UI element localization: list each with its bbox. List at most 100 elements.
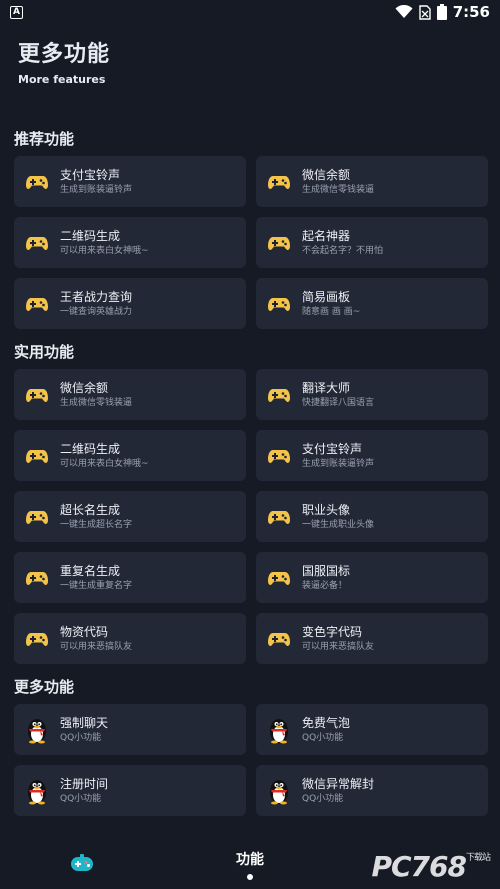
feature-card-text: 简易画板 随意画 画 画~ bbox=[302, 289, 360, 319]
nav-tab-features-label: 功能 bbox=[236, 852, 264, 868]
feature-description: 可以用来恶搞队友 bbox=[302, 641, 375, 652]
feature-card-text: 职业头像 一键生成职业头像 bbox=[302, 502, 374, 532]
gamepad-icon bbox=[24, 382, 50, 408]
wifi-icon bbox=[395, 5, 413, 18]
gamepad-icon bbox=[266, 169, 292, 195]
feature-card[interactable]: 微信余额 生成微信零钱装逼 bbox=[256, 156, 488, 207]
page-subtitle: More features bbox=[18, 73, 106, 86]
feature-card-text: 超长名生成 一键生成超长名字 bbox=[60, 502, 132, 532]
gamepad-icon bbox=[24, 169, 50, 195]
feature-card-text: 免费气泡 QQ小功能 bbox=[302, 715, 350, 745]
feature-name: 支付宝铃声 bbox=[60, 167, 121, 182]
section-title: 实用功能 bbox=[14, 342, 75, 361]
feature-name: 王者战力查询 bbox=[60, 289, 133, 304]
gamepad-icon bbox=[266, 382, 292, 408]
feature-description: 一键生成重复名字 bbox=[60, 580, 133, 591]
page-title: 更多功能 bbox=[18, 42, 111, 67]
feature-card[interactable]: 微信余额生成微信零钱装逼 bbox=[14, 369, 246, 420]
qq-penguin-icon bbox=[266, 778, 292, 804]
feature-description: 一键生成超长名字 bbox=[60, 519, 133, 530]
gamepad-icon bbox=[24, 565, 50, 591]
feature-card-text: 物资代码 可以用来恶搞队友 bbox=[60, 624, 132, 654]
feature-card[interactable]: 注册时间 QQ小功能 bbox=[14, 765, 246, 816]
no-sim-icon bbox=[418, 4, 431, 20]
feature-card[interactable]: 翻译大师快捷翻译八国语言 bbox=[256, 369, 488, 420]
feature-card-text: 支付宝铃声生成到账装逼铃声 bbox=[60, 167, 132, 197]
feature-description: 一键查询英雄战力 bbox=[60, 306, 133, 317]
feature-description: 装逼必备！ bbox=[302, 580, 348, 591]
feature-card-text: 微信余额生成微信零钱装逼 bbox=[60, 380, 132, 410]
feature-grid: 微信余额生成微信零钱装逼 翻译大师快捷翻译八国语言 二维码生成 可以用来表白女神哦… bbox=[0, 369, 500, 664]
feature-card[interactable]: 重复名生成 一键生成重复名字 bbox=[14, 552, 246, 603]
feature-card[interactable]: 微信异常解封 QQ小功能 bbox=[256, 765, 488, 816]
feature-card[interactable]: 二维码生成 可以用来表白女神哦~ bbox=[14, 430, 246, 481]
feature-description: 不会起名字？不用怕 bbox=[302, 245, 384, 256]
watermark-logo: PC768下载站 bbox=[371, 850, 491, 883]
feature-description: 快捷翻译八国语言 bbox=[302, 397, 375, 408]
qq-penguin-icon bbox=[266, 717, 292, 743]
gamepad-icon bbox=[24, 504, 50, 530]
feature-grid: 强制聊天 QQ小功能 免费气泡 QQ小功能 注册时间 QQ小功能 微信异常解封 QQ小功… bbox=[0, 704, 500, 816]
feature-name: 免费气泡 bbox=[302, 715, 351, 730]
battery-icon bbox=[436, 4, 447, 20]
feature-card[interactable]: 支付宝铃声生成到账装逼铃声 bbox=[256, 430, 488, 481]
feature-card-text: 二维码生成 可以用来表白女神哦~ bbox=[60, 441, 149, 471]
feature-name: 微信异常解封 bbox=[302, 776, 375, 791]
active-indicator-dot bbox=[247, 874, 253, 880]
feature-card[interactable]: 超长名生成 一键生成超长名字 bbox=[14, 491, 246, 542]
feature-card[interactable]: 支付宝铃声生成到账装逼铃声 bbox=[14, 156, 246, 207]
feature-description: 生成到账装逼铃声 bbox=[302, 458, 375, 469]
feature-name: 翻译大师 bbox=[302, 380, 351, 395]
feature-card[interactable]: 起名神器 不会起名字？不用怕 bbox=[256, 217, 488, 268]
feature-card-text: 王者战力查询一键查询英雄战力 bbox=[60, 289, 132, 319]
feature-card[interactable]: 职业头像 一键生成职业头像 bbox=[256, 491, 488, 542]
feature-description: QQ小功能 bbox=[60, 732, 102, 743]
feature-card[interactable]: 免费气泡 QQ小功能 bbox=[256, 704, 488, 755]
status-bar: A 7:56 bbox=[0, 0, 500, 24]
feature-sections: 推荐功能 支付宝铃声 生成到账装逼铃声 微信余额 生成微信零钱装逼 二维码生成 可以用… bbox=[0, 124, 500, 816]
gamepad-icon bbox=[266, 565, 292, 591]
feature-card-text: 支付宝铃声生成到账装逼铃声 bbox=[302, 441, 374, 471]
feature-grid: 支付宝铃声生成到账装逼铃声 微信余额 生成微信零钱装逼 二维码生成可以用来表白女神… bbox=[0, 156, 500, 329]
feature-name: 注册时间 bbox=[60, 776, 109, 791]
feature-card-text: 微信异常解封 QQ小功能 bbox=[302, 776, 374, 806]
feature-name: 微信余额 bbox=[60, 380, 109, 395]
gamepad-icon bbox=[266, 230, 292, 256]
feature-name: 强制聊天 bbox=[60, 715, 109, 730]
feature-description: QQ小功能 bbox=[60, 793, 102, 804]
feature-card[interactable]: 国服国标装逼必备！ bbox=[256, 552, 488, 603]
feature-description: 生成到账装逼铃声 bbox=[60, 184, 133, 195]
feature-card-text: 变色字代码 可以用来恶搞队友 bbox=[302, 624, 374, 654]
section-title: 推荐功能 bbox=[14, 129, 75, 148]
feature-card-text: 注册时间 QQ小功能 bbox=[60, 776, 108, 806]
feature-name: 国服国标 bbox=[302, 563, 351, 578]
gamepad-icon bbox=[266, 443, 292, 469]
page-header: 更多功能 More features bbox=[0, 24, 500, 124]
section-title: 更多功能 bbox=[14, 677, 75, 696]
gamepad-icon bbox=[266, 504, 292, 530]
feature-description: QQ小功能 bbox=[302, 732, 344, 743]
feature-card-text: 二维码生成可以用来表白女神哦~ bbox=[60, 228, 149, 258]
feature-description: 一键生成职业头像 bbox=[302, 519, 375, 530]
gamepad-icon bbox=[24, 626, 50, 652]
feature-name: 二维码生成 bbox=[60, 228, 121, 243]
feature-description: 可以用来表白女神哦~ bbox=[60, 245, 149, 256]
feature-name: 支付宝铃声 bbox=[302, 441, 363, 456]
feature-description: 可以用来表白女神哦~ bbox=[60, 458, 149, 469]
gamepad-icon bbox=[24, 230, 50, 256]
feature-name: 物资代码 bbox=[60, 624, 109, 639]
gamepad-icon bbox=[24, 291, 50, 317]
feature-card-text: 重复名生成 一键生成重复名字 bbox=[60, 563, 132, 593]
gamepad-icon bbox=[266, 626, 292, 652]
gamepad-icon bbox=[24, 443, 50, 469]
qq-penguin-icon bbox=[24, 717, 50, 743]
feature-card[interactable]: 二维码生成可以用来表白女神哦~ bbox=[14, 217, 246, 268]
feature-card[interactable]: 王者战力查询一键查询英雄战力 bbox=[14, 278, 246, 329]
feature-description: 生成微信零钱装逼 bbox=[60, 397, 133, 408]
feature-card[interactable]: 物资代码 可以用来恶搞队友 bbox=[14, 613, 246, 664]
feature-card[interactable]: 强制聊天 QQ小功能 bbox=[14, 704, 246, 755]
feature-description: 生成微信零钱装逼 bbox=[302, 184, 375, 195]
feature-card[interactable]: 变色字代码 可以用来恶搞队友 bbox=[256, 613, 488, 664]
qq-penguin-icon bbox=[24, 778, 50, 804]
feature-card[interactable]: 简易画板 随意画 画 画~ bbox=[256, 278, 488, 329]
